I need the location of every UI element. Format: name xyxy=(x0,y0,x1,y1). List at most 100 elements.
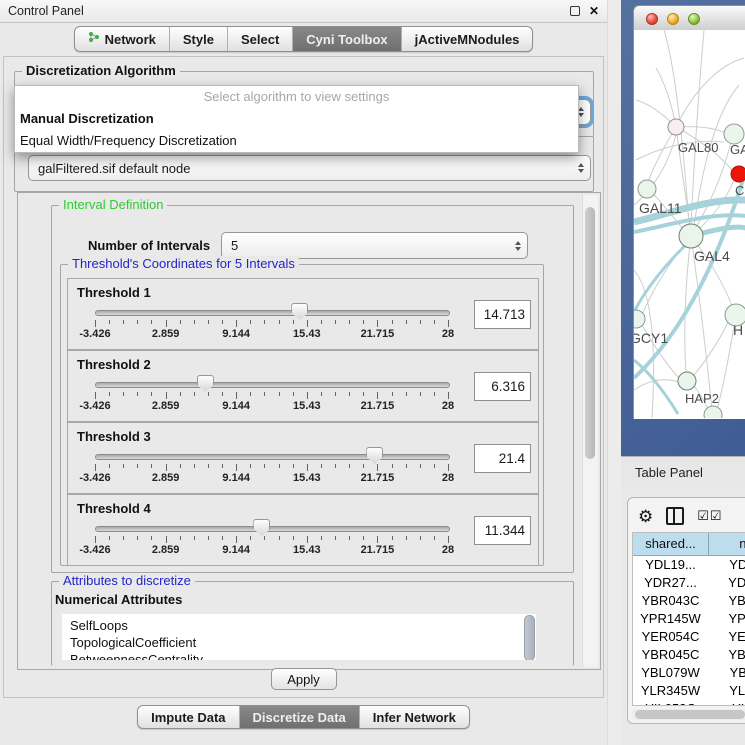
close-icon[interactable]: ✕ xyxy=(589,4,599,18)
slider-tick xyxy=(264,392,265,396)
network-node[interactable] xyxy=(704,406,722,418)
table-row[interactable]: YER054CYER0 xyxy=(633,628,745,646)
checkbox-icon[interactable]: ☑ xyxy=(710,508,722,524)
slider-tick xyxy=(137,392,138,396)
slider-thumb[interactable] xyxy=(366,447,383,464)
tab-style[interactable]: Style xyxy=(169,27,227,51)
apply-button[interactable]: Apply xyxy=(271,668,337,690)
tab-network[interactable]: Network xyxy=(75,27,169,51)
slider-tick xyxy=(363,536,364,540)
slider-tick xyxy=(180,536,181,540)
table-row[interactable]: YLR345WYLR3 xyxy=(633,682,745,700)
table-row[interactable]: YDL19...YDL1 xyxy=(633,556,745,574)
table-cell: YER0 xyxy=(708,628,745,646)
table-hscrollbar-thumb[interactable] xyxy=(635,710,745,719)
table-row[interactable]: YIL052CYIL0 xyxy=(633,700,745,706)
slider-tick-label: -3.426 xyxy=(79,328,110,340)
popup-item-manual-discretization[interactable]: Manual Discretization xyxy=(15,108,578,130)
table-row[interactable]: YBR045CYBR0 xyxy=(633,646,745,664)
slider-thumb[interactable] xyxy=(253,519,270,536)
settings-scrollbar[interactable] xyxy=(582,195,598,667)
bottom-tab-impute-data[interactable]: Impute Data xyxy=(138,706,238,728)
slider-tick-label: 21.715 xyxy=(361,472,395,484)
table-hscrollbar[interactable] xyxy=(631,709,745,720)
list-scrollbar[interactable] xyxy=(523,615,535,659)
network-node[interactable] xyxy=(678,372,696,390)
slider-track[interactable] xyxy=(95,526,450,532)
settings-scrollbar-thumb[interactable] xyxy=(585,207,595,459)
zoom-traffic-light-icon[interactable] xyxy=(688,13,700,25)
slider-tick xyxy=(293,536,294,540)
split-columns-icon[interactable] xyxy=(666,507,684,525)
table-row[interactable]: YBR043CYBR0 xyxy=(633,592,745,610)
slider-tick xyxy=(109,536,110,540)
threshold-value-field[interactable]: 14.713 xyxy=(474,300,531,329)
select-columns-icons[interactable]: ☑☑ xyxy=(697,508,721,524)
float-panel-icon[interactable] xyxy=(570,6,580,16)
slider-tick xyxy=(293,464,294,468)
network-node[interactable] xyxy=(731,166,745,182)
slider-tick xyxy=(250,392,251,396)
network-node[interactable] xyxy=(668,119,684,135)
list-item-topologicalcoefficient[interactable]: TopologicalCoefficient xyxy=(62,634,536,651)
slider-tick xyxy=(151,536,152,540)
table-data-combo[interactable]: galFiltered.sif default node xyxy=(28,155,591,181)
slider-thumb[interactable] xyxy=(197,375,214,392)
tab-label: Style xyxy=(183,32,214,47)
slider-tick-label: 2.859 xyxy=(152,328,180,340)
table-row[interactable]: YPR145WYPR1 xyxy=(633,610,745,628)
edge[interactable] xyxy=(694,322,728,375)
gear-icon[interactable]: ⚙ xyxy=(638,508,653,525)
list-scrollbar-thumb[interactable] xyxy=(524,615,535,660)
list-item-betweennesscentrality[interactable]: BetweennessCentrality xyxy=(62,651,536,660)
network-window-titlebar[interactable] xyxy=(633,5,745,32)
bottom-tab-discretize-data[interactable]: Discretize Data xyxy=(239,706,359,728)
slider-tick xyxy=(250,320,251,324)
network-canvas[interactable]: GAL80GACGAL11GAL4GCY1HHAP2 xyxy=(633,30,745,419)
slider-tick xyxy=(448,392,449,399)
selected-edge[interactable] xyxy=(634,360,678,414)
tab-cyni-toolbox[interactable]: Cyni Toolbox xyxy=(292,27,400,51)
popup-item-equal-width-frequency-discretization[interactable]: Equal Width/Frequency Discretization xyxy=(15,130,578,152)
network-node[interactable] xyxy=(638,180,656,198)
slider-tick xyxy=(166,536,167,543)
slider-tick xyxy=(222,320,223,324)
control-panel-titlebar: Control Panel ✕ xyxy=(0,0,607,23)
slider-track[interactable] xyxy=(95,310,450,316)
slider-tick xyxy=(264,464,265,468)
slider-tick xyxy=(151,392,152,396)
list-item-selfloops[interactable]: SelfLoops xyxy=(62,614,536,634)
checkbox-icon[interactable]: ☑ xyxy=(697,508,709,524)
edge[interactable] xyxy=(691,236,733,308)
bottom-tab-infer-network[interactable]: Infer Network xyxy=(359,706,469,728)
tab-jactivemnodules[interactable]: jActiveMNodules xyxy=(401,27,533,51)
tab-select[interactable]: Select xyxy=(227,27,292,51)
column-header-shared[interactable]: shared... xyxy=(633,533,709,555)
slider-track[interactable] xyxy=(95,454,450,460)
slider-tick xyxy=(95,392,96,399)
slider-track[interactable] xyxy=(95,382,450,388)
slider-tick-label: -3.426 xyxy=(79,472,110,484)
group-label: Threshold's Coordinates for 5 Intervals xyxy=(68,256,299,271)
slider-tick xyxy=(307,320,308,327)
slider-tick xyxy=(335,320,336,324)
slider-tick xyxy=(166,392,167,399)
slider-thumb[interactable] xyxy=(291,303,308,320)
threshold-value-field[interactable]: 11.344 xyxy=(474,516,531,545)
edge[interactable] xyxy=(691,142,731,236)
slider-tick-label: 2.859 xyxy=(152,400,180,412)
edge[interactable] xyxy=(648,127,676,182)
threshold-value-field[interactable]: 6.316 xyxy=(474,372,531,401)
threshold-value-field[interactable]: 21.4 xyxy=(474,444,531,473)
column-header-na[interactable]: na xyxy=(709,533,745,555)
network-node[interactable] xyxy=(679,224,703,248)
table-row[interactable]: YDR27...YDR2 xyxy=(633,574,745,592)
table-row[interactable]: YBL079WYBL0 xyxy=(633,664,745,682)
minimize-traffic-light-icon[interactable] xyxy=(667,13,679,25)
network-node[interactable] xyxy=(724,124,744,144)
numerical-attributes-list[interactable]: SelfLoopsTopologicalCoefficientBetweenne… xyxy=(62,614,536,660)
num-intervals-combo[interactable]: 5 xyxy=(221,232,528,259)
bottom-tab-bar: Impute DataDiscretize DataInfer Network xyxy=(0,705,607,729)
close-traffic-light-icon[interactable] xyxy=(646,13,658,25)
edge[interactable] xyxy=(691,30,704,226)
